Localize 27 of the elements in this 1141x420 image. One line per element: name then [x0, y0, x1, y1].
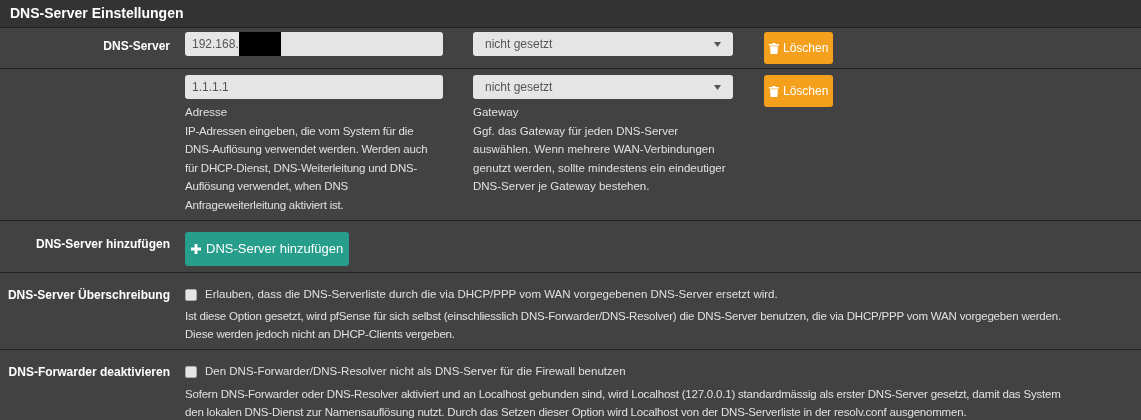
- dropdown-caret-icon: [714, 41, 721, 47]
- row-label: DNS-Server: [103, 39, 170, 53]
- gateway-select[interactable]: nicht gesetzt: [473, 75, 733, 99]
- panel-title: DNS-Server Einstellungen: [10, 4, 184, 23]
- checkbox[interactable]: [185, 288, 197, 301]
- help-text: IP-Adressen eingeben, die vom System für die DNS-Auflösung verwendet werden. Werden auch für DHCP-Dienst, DNS-Weiterleitung und DNS-Auflösung verwendet, when DNS Anfrageweiterleitung aktiviert ist.: [185, 123, 429, 213]
- add-dns-server-button[interactable]: DNS-Server hinzufügen: [185, 232, 350, 266]
- row-label: DNS-Server hinzufügen: [36, 237, 170, 251]
- row-label: DNS-Forwarder deaktivieren: [8, 365, 170, 380]
- dropdown-caret-icon: [714, 84, 721, 90]
- checkbox[interactable]: [185, 365, 197, 378]
- help-text: Sofern DNS-Forwarder oder DNS-Resolver aktiviert und an Localhost gebunden sind, wird Localhost (127.0.0.1) standardmässig als erster DNS-Server gesetzt, damit das System: [185, 386, 1061, 402]
- checkbox-label: Erlauben, dass die DNS-Serverliste durch die via DHCP/PPP vom WAN vorgegebenen DNS-Server ersetzt wird.: [205, 287, 778, 302]
- plus-icon: [191, 244, 201, 254]
- help-text: Diese werden jedoch nicht an DHCP-Clients vergeben.: [185, 327, 456, 343]
- gateway-select[interactable]: nicht gesetzt: [473, 32, 733, 56]
- address-field[interactable]: 1.1.1.1: [185, 75, 443, 99]
- help-title: Gateway: [473, 105, 520, 120]
- help-text: Ggf. das Gateway für jeden DNS-Server auswählen. Wenn mehrere WAN-Verbindungen genutzt werden, sollte mindestens ein eindeutiger DNS-Server je Gateway bestehen.: [473, 123, 727, 194]
- trash-icon: [769, 85, 779, 97]
- row-label: DNS-Server Überschreibung: [7, 288, 170, 302]
- help-title: Adresse: [185, 105, 229, 120]
- help-text: Ist diese Option gesetzt, wird pfSense für sich selbst (einschliesslich DNS-Forwarder/DNS-Resolver) die DNS-Server benutzen, die via DHCP/PPP vom WAN vorgegeben werden.: [185, 309, 1061, 325]
- checkbox-label: Den DNS-Forwarder/DNS-Resolver nicht als DNS-Server für die Firewall benutzen: [205, 364, 626, 380]
- trash-icon: [769, 42, 779, 54]
- address-field[interactable]: 192.168.: [185, 32, 443, 56]
- help-text: den lokalen DNS-Dienst zur Namensauflösung nutzt. Durch das Setzen dieser Option wird Localhost von der DNS-Serverliste in der resolv.conf ausgenommen.: [185, 404, 968, 420]
